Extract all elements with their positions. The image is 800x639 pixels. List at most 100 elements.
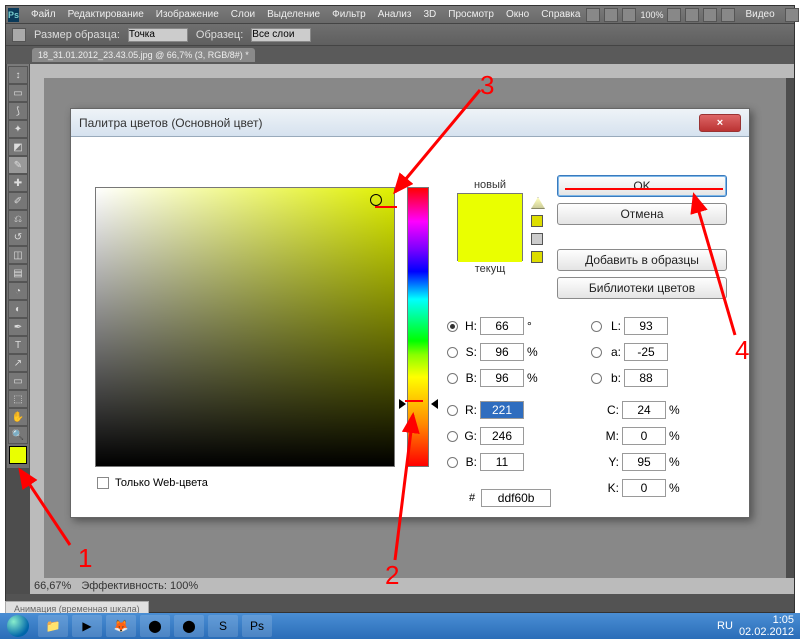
menu-help[interactable]: Справка	[535, 9, 586, 20]
websafe-icon[interactable]	[531, 233, 543, 245]
dodge-tool[interactable]: ◐	[8, 300, 28, 318]
cancel-button[interactable]: Отмена	[557, 203, 727, 225]
dialog-titlebar[interactable]: Палитра цветов (Основной цвет) ×	[71, 109, 749, 137]
eyedropper-tool[interactable]: ✎	[8, 156, 28, 174]
history-brush-tool[interactable]: ↺	[8, 228, 28, 246]
zoom-tool[interactable]: 🔍	[8, 426, 28, 444]
input-g[interactable]	[480, 427, 524, 445]
current-color-swatch[interactable]	[458, 228, 522, 262]
heal-tool[interactable]: ✚	[8, 174, 28, 192]
task-explorer[interactable]: 📁	[38, 615, 68, 637]
menu-view[interactable]: Просмотр	[442, 9, 500, 20]
menu-layers[interactable]: Слои	[225, 9, 261, 20]
menu-3d[interactable]: 3D	[417, 9, 442, 20]
input-c[interactable]	[622, 401, 666, 419]
hue-slider-arrow-right[interactable]	[431, 399, 438, 409]
tray-clock[interactable]: 1:0502.02.2012	[739, 614, 794, 638]
task-firefox[interactable]: 🦊	[106, 615, 136, 637]
wand-tool[interactable]: ✦	[8, 120, 28, 138]
hand-tool[interactable]: ✋	[8, 408, 28, 426]
menu-image[interactable]: Изображение	[150, 9, 225, 20]
out-of-gamut-icon[interactable]	[531, 197, 545, 209]
radio-r[interactable]	[447, 405, 458, 416]
menu-analysis[interactable]: Анализ	[372, 9, 418, 20]
task-app2[interactable]: ⬤	[174, 615, 204, 637]
radio-lab-b[interactable]	[591, 373, 602, 384]
mini-bridge-icon[interactable]	[604, 8, 618, 22]
new-color-label: новый	[457, 179, 523, 191]
view-extras-icon[interactable]	[622, 8, 636, 22]
radio-h[interactable]	[447, 321, 458, 332]
type-tool[interactable]: T	[8, 336, 28, 354]
task-app1[interactable]: ⬤	[140, 615, 170, 637]
arrange-icon[interactable]	[703, 8, 717, 22]
brush-tool[interactable]: ✐	[8, 192, 28, 210]
cslive-icon[interactable]	[785, 8, 799, 22]
move-tool[interactable]: ↕	[8, 66, 28, 84]
workspace-selector[interactable]: Видео	[745, 9, 774, 20]
marquee-tool[interactable]: ▭	[8, 84, 28, 102]
radio-s[interactable]	[447, 347, 458, 358]
input-hex[interactable]	[481, 489, 551, 507]
task-media[interactable]: ▶	[72, 615, 102, 637]
radio-l[interactable]	[591, 321, 602, 332]
sample-layers-select[interactable]	[251, 28, 311, 42]
annotation-underline-4	[565, 188, 723, 190]
input-k[interactable]	[622, 479, 666, 497]
radio-b[interactable]	[447, 373, 458, 384]
blur-tool[interactable]: ◔	[8, 282, 28, 300]
rotate-icon[interactable]	[685, 8, 699, 22]
menu-select[interactable]: Выделение	[261, 9, 326, 20]
document-tab[interactable]: 18_31.01.2012_23.43.05.jpg @ 66,7% (3, R…	[32, 48, 255, 62]
radio-g[interactable]	[447, 431, 458, 442]
menu-edit[interactable]: Редактирование	[62, 9, 150, 20]
ok-button[interactable]: OK	[557, 175, 727, 197]
start-button[interactable]	[0, 613, 36, 639]
input-m[interactable]	[622, 427, 666, 445]
lasso-tool[interactable]: ⟆	[8, 102, 28, 120]
input-h[interactable]	[480, 317, 524, 335]
input-y[interactable]	[622, 453, 666, 471]
crop-tool[interactable]: ◩	[8, 138, 28, 156]
input-a[interactable]	[624, 343, 668, 361]
input-s[interactable]	[480, 343, 524, 361]
color-field-cursor[interactable]	[370, 194, 382, 206]
gradient-tool[interactable]: ▤	[8, 264, 28, 282]
eraser-tool[interactable]: ◫	[8, 246, 28, 264]
input-lab-b[interactable]	[624, 369, 668, 387]
menu-window[interactable]: Окно	[500, 9, 535, 20]
menu-filter[interactable]: Фильтр	[326, 9, 372, 20]
add-to-swatches-button[interactable]: Добавить в образцы	[557, 249, 727, 271]
input-b[interactable]	[480, 369, 524, 387]
hue-slider[interactable]	[407, 187, 429, 467]
task-skype[interactable]: S	[208, 615, 238, 637]
shape-tool[interactable]: ▭	[8, 372, 28, 390]
3d-tool[interactable]: ⬚	[8, 390, 28, 408]
zoom-display[interactable]: 100%	[640, 10, 663, 20]
input-r[interactable]	[480, 401, 524, 419]
path-tool[interactable]: ↗	[8, 354, 28, 372]
color-libraries-button[interactable]: Библиотеки цветов	[557, 277, 727, 299]
eyedropper-tool-icon[interactable]	[12, 28, 26, 42]
menu-file[interactable]: Файл	[25, 9, 62, 20]
web-only-checkbox[interactable]	[97, 477, 109, 489]
dialog-close-button[interactable]: ×	[699, 114, 741, 132]
stamp-tool[interactable]: ⎌	[8, 210, 28, 228]
hand-icon[interactable]	[667, 8, 681, 22]
input-l[interactable]	[624, 317, 668, 335]
websafe-color-icon[interactable]	[531, 251, 543, 263]
task-photoshop[interactable]: Ps	[242, 615, 272, 637]
new-color-swatch[interactable]	[458, 194, 522, 228]
foreground-color-swatch[interactable]	[9, 446, 27, 464]
sample-size-select[interactable]	[128, 28, 188, 42]
ps-logo-icon: Ps	[8, 8, 19, 22]
tray-lang[interactable]: RU	[717, 620, 733, 632]
radio-bb[interactable]	[447, 457, 458, 468]
pen-tool[interactable]: ✒	[8, 318, 28, 336]
input-bb[interactable]	[480, 453, 524, 471]
screen-mode-icon[interactable]	[721, 8, 735, 22]
launch-bridge-icon[interactable]	[586, 8, 600, 22]
gamut-color-icon[interactable]	[531, 215, 543, 227]
radio-a[interactable]	[591, 347, 602, 358]
color-field[interactable]	[95, 187, 395, 467]
